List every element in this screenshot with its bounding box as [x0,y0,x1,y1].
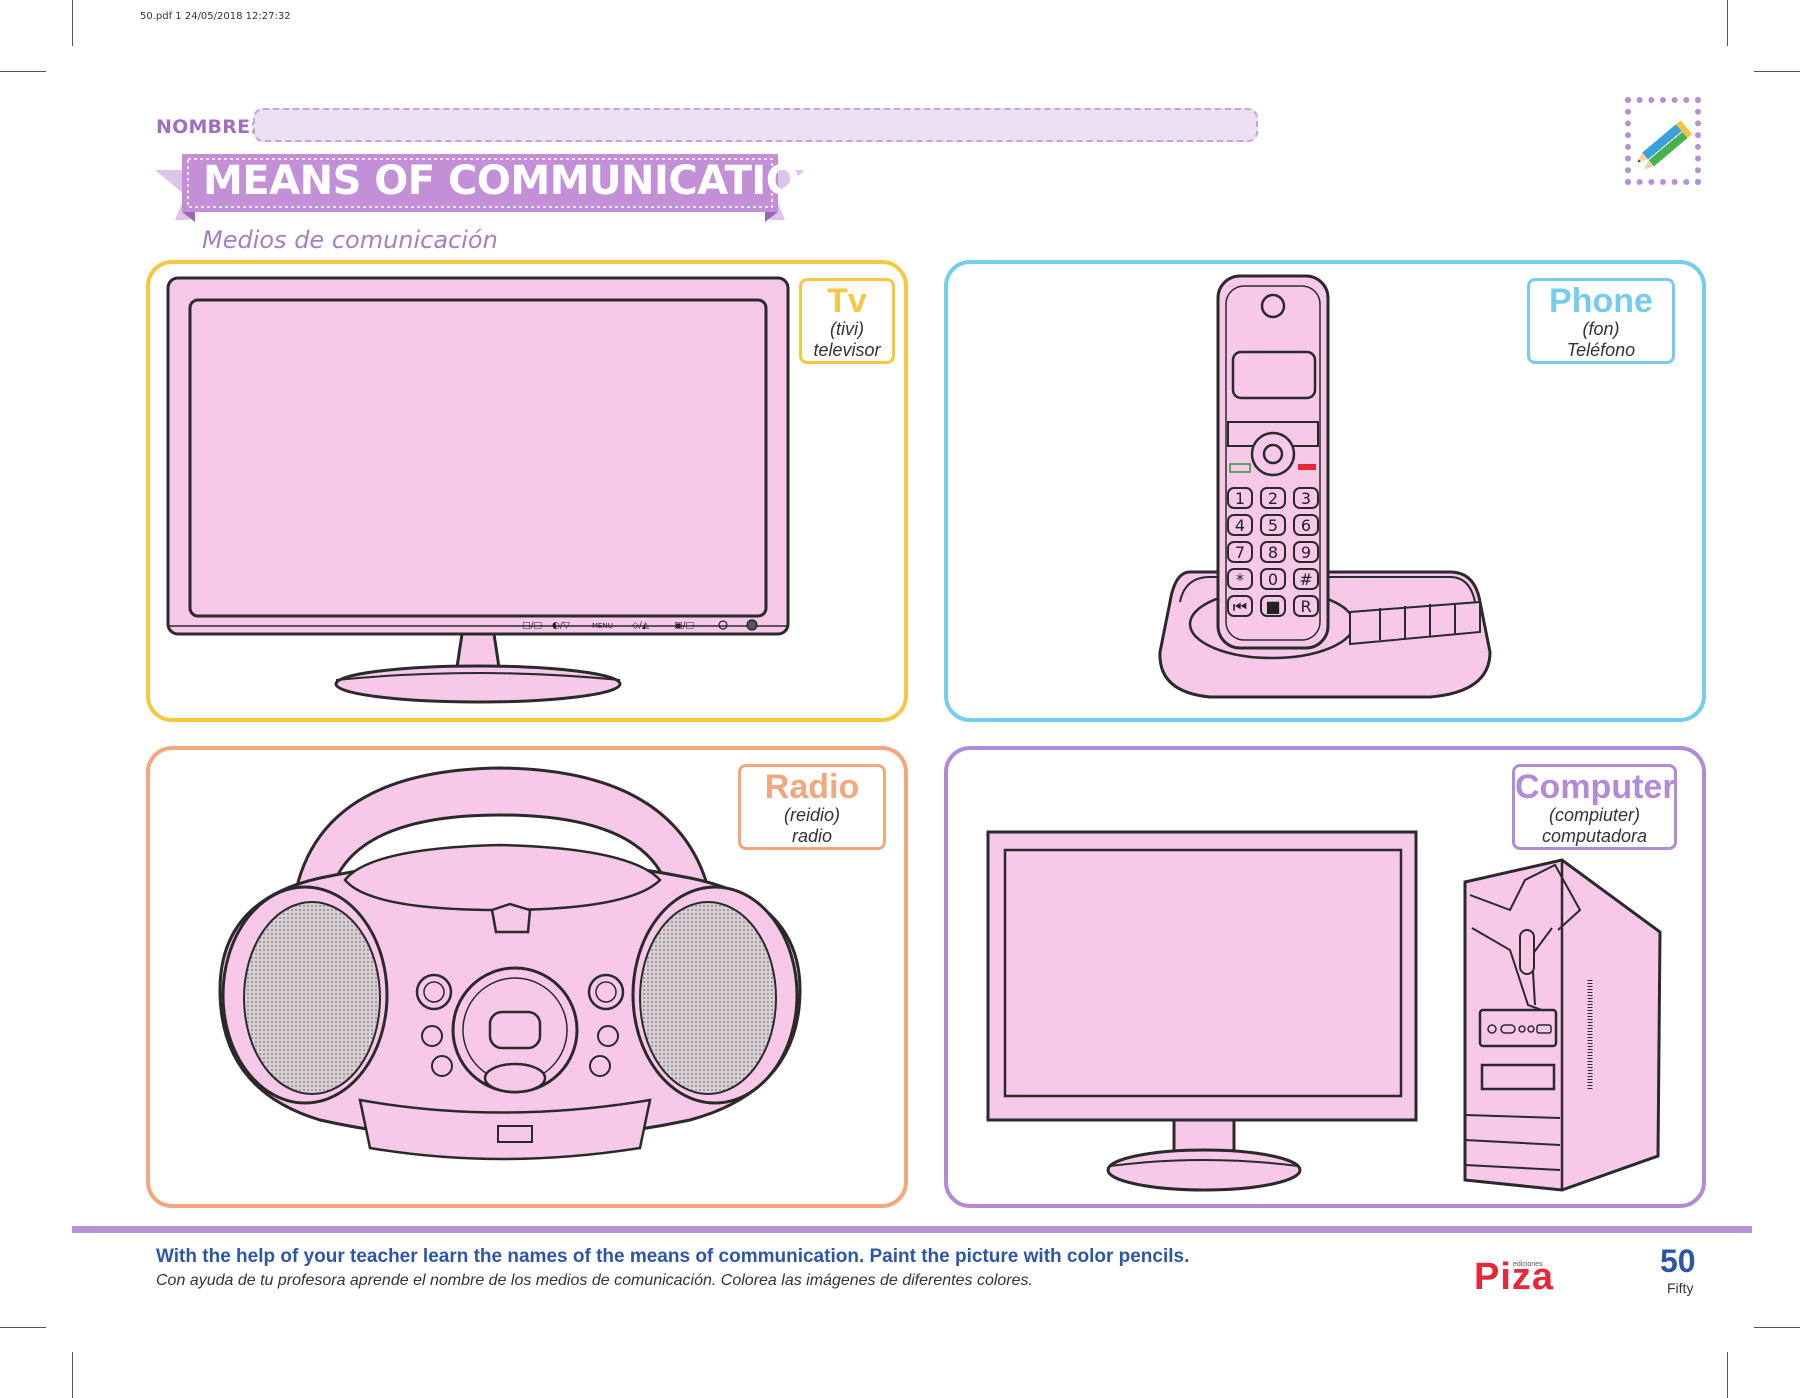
phone-key-label: 9 [1301,543,1311,562]
word-english: Radio [764,768,860,806]
crop-mark [0,71,46,72]
word-spanish: computadora [1541,826,1648,846]
page-subtitle: Medios de comunicación [202,226,498,254]
phone-key-label: 5 [1268,516,1278,535]
word-card-tv: Tv (tivi) televisor [799,278,895,364]
crop-mark [72,0,73,46]
footer-divider [72,1226,1752,1233]
word-pronunciation: (compiuter) [1548,805,1641,825]
word-spanish: televisor [813,340,881,360]
word-pronunciation: (fon) [1582,319,1620,339]
instruction-english: With the help of your teacher learn the … [156,1246,1190,1267]
phone-key-label: 4 [1235,516,1245,535]
computer-illustration[interactable] [980,820,1670,1200]
phone-key-label: # [1299,570,1312,589]
word-english: Tv [827,282,867,320]
page-number: 50 [1660,1243,1696,1279]
phone-key-label: R [1300,597,1311,616]
instruction-spanish: Con ayuda de tu profesora aprende el nom… [156,1272,1033,1289]
phone-keypad: 1 2 3 4 5 6 7 8 9 * 0 # ⏮ ■ R [1227,487,1319,617]
word-card-computer: Computer (compiuter) computadora [1512,764,1677,850]
pencil-icon [1637,120,1693,170]
crop-mark [72,1352,73,1398]
word-card-phone: Phone (fon) Teléfono [1527,278,1675,364]
tv-button-label: MENU [592,622,613,630]
crop-mark [1727,0,1728,46]
phone-key-label: 8 [1268,543,1278,562]
crop-mark [1754,71,1800,72]
name-label: NOMBRE: [156,116,259,138]
word-english: Computer [1515,768,1676,806]
word-pronunciation: (reidio) [783,805,840,825]
word-pronunciation: (tivi) [830,319,864,339]
crop-mark [1727,1352,1728,1398]
phone-key-label: ⏮ [1233,597,1247,616]
page-title: MEANS OF COMMUNICATION [203,158,833,204]
tv-button-label: □/□ [522,621,542,631]
word-english: Phone [1549,282,1653,320]
word-card-radio: Radio (reidio) radio [738,764,886,850]
phone-key-label: * [1236,570,1244,589]
phone-key-label: 2 [1268,489,1278,508]
tv-button-label: ◇/◭ [632,621,649,631]
pdf-file-info: 50.pdf 1 24/05/2018 12:27:32 [140,11,291,22]
phone-key-label: 3 [1301,489,1311,508]
tv-button-label: ▣/□ [674,621,694,631]
phone-illustration[interactable]: 1 2 3 4 5 6 7 8 9 * 0 # ⏮ ■ R [1150,272,1500,712]
radio-illustration[interactable] [210,760,810,1200]
word-spanish: radio [791,826,833,846]
name-input[interactable] [253,108,1258,142]
publisher-logo-subtitle: ediciones [1513,1261,1543,1268]
crop-mark [0,1327,46,1328]
activity-badge [1625,97,1701,185]
page-number-word: Fifty [1667,1280,1694,1296]
tv-illustration[interactable]: □/□ ◐/▽ MENU ◇/◭ ▣/□ [160,270,800,710]
tv-button-label: ◐/▽ [552,621,570,631]
phone-key-label: 1 [1235,489,1245,508]
phone-key-label: 0 [1268,570,1278,589]
phone-key-label: ■ [1265,597,1280,616]
phone-key-label: 6 [1301,516,1311,535]
word-spanish: Teléfono [1566,340,1636,360]
crop-mark [1754,1327,1800,1328]
phone-key-label: 7 [1235,543,1245,562]
